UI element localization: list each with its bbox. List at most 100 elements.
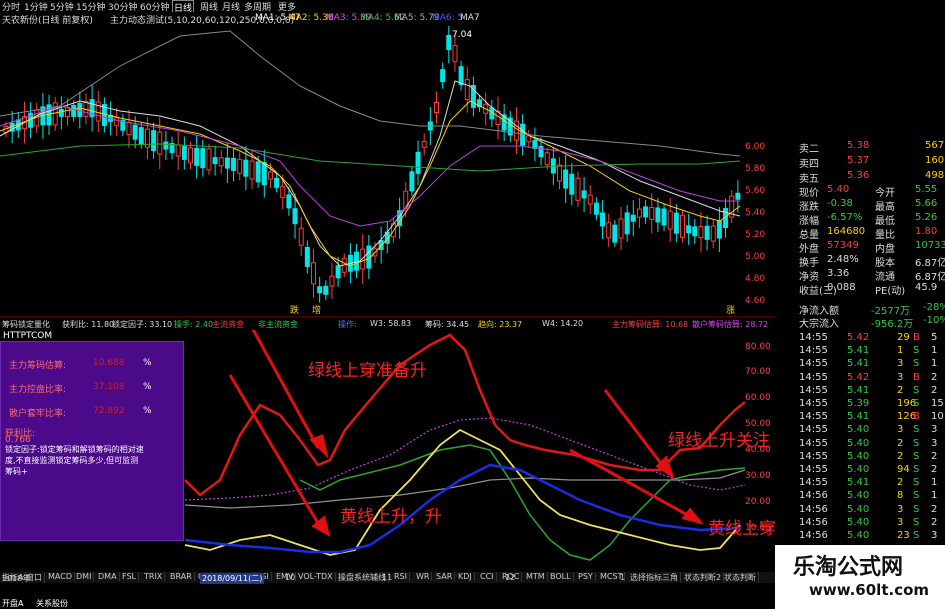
status-tick-1: 1 — [620, 573, 626, 582]
indicator-tab-7[interactable]: BRAR — [168, 572, 195, 581]
watermark-url: www.60lt.com — [809, 581, 930, 599]
ma-line-gray — [0, 30, 741, 157]
candle-body — [520, 123, 526, 146]
indicator-tab-4[interactable]: DMA — [96, 572, 120, 581]
price-label: 5.20 — [745, 230, 765, 240]
tick-price: 5.40 — [847, 490, 870, 502]
tick-volume: 3 — [897, 516, 904, 528]
indicator-axis-label: 20.00 — [745, 497, 771, 507]
candle-body — [138, 127, 144, 145]
tick-side: S — [913, 358, 920, 370]
indicator-axis-label: 30.00 — [745, 471, 771, 481]
candle-body — [157, 131, 163, 155]
indicator-tab-5[interactable]: FSL — [120, 572, 139, 581]
candle-body — [600, 212, 606, 227]
tick-time: 14:55 — [799, 332, 828, 343]
period-toolbar: 分时 1分钟 5分钟 15分钟 30分钟 60分钟 日线 周线 月线 多周期 更… — [0, 0, 530, 15]
indicator-tab-6[interactable]: TRIX — [142, 572, 166, 581]
candle-body — [704, 225, 710, 240]
stat-value: 57349 — [827, 240, 859, 251]
status-item-2[interactable]: 关系股份 — [36, 598, 68, 609]
stat-value: 45.9 — [915, 282, 938, 293]
status-date-highlight: 2018/09/11(二) — [200, 573, 265, 584]
tick-time: 14:55 — [799, 371, 828, 383]
candle-body — [593, 202, 599, 215]
candle-body — [434, 102, 439, 113]
annotation-green-rise: 绿线上升关注 — [668, 431, 770, 451]
stat-label: 内盘 — [875, 244, 895, 255]
candle-body — [231, 157, 237, 171]
candle-body — [194, 147, 200, 166]
candle-body — [280, 186, 286, 199]
tick-time: 14:55 — [799, 358, 828, 370]
candle-body — [286, 194, 292, 209]
indicator-tab-15[interactable]: RSI — [392, 572, 410, 581]
candle-body — [643, 206, 649, 218]
tick-count: 2 — [931, 503, 938, 515]
indicator-tab-17[interactable]: SAR — [434, 572, 456, 581]
tick-volume: 94 — [897, 464, 910, 475]
tick-count: 15 — [931, 398, 944, 409]
indicator-tab-16[interactable]: WR — [414, 572, 433, 581]
indicator-tab-25[interactable]: 选择指标三角 — [628, 572, 681, 583]
indicator-tab-13[interactable]: VOL-TDX — [296, 572, 336, 581]
indicator-tab-2[interactable]: MACD — [46, 572, 75, 581]
candle-body — [649, 206, 655, 220]
stat-label: 量比 — [875, 230, 895, 241]
price-label: 5.60 — [745, 186, 765, 196]
candle-body — [409, 171, 415, 192]
tick-count: 2 — [931, 464, 938, 475]
indicator-tab-23[interactable]: PSY — [576, 572, 596, 581]
tick-volume: 1 — [897, 345, 904, 357]
tick-side: S — [913, 464, 920, 475]
candle-body — [710, 225, 716, 242]
indicator-turnover: 操手: 2.40 — [174, 320, 214, 329]
indicator-tab-27[interactable]: 状态判断 — [722, 572, 759, 583]
candle-body — [513, 120, 519, 141]
tick-side: B — [913, 371, 920, 383]
tick-time: 14:55 — [799, 464, 828, 475]
tick-volume: 2 — [897, 437, 904, 449]
indicator-tab-3[interactable]: DMI — [74, 572, 95, 581]
candle-body — [655, 207, 661, 223]
retail-ratio-value: 72.892 — [93, 406, 125, 416]
tick-time: 14:56 — [799, 490, 828, 502]
candle-body — [667, 210, 673, 230]
candle-body — [261, 162, 267, 186]
tick-price: 5.40 — [847, 530, 870, 541]
indicator-tab-22[interactable]: BOLL — [548, 572, 574, 581]
candle-body — [587, 194, 593, 205]
tick-volume: 8 — [897, 490, 904, 502]
tick-count: 2 — [931, 371, 938, 383]
candlestick-chart[interactable]: 7.04 跌 增 涨 6.00 5.80 5.60 5.40 5.20 5.00… — [0, 26, 775, 316]
sell-quote-label: 卖四 — [799, 159, 819, 170]
indicator-tab-19[interactable]: CCI — [478, 572, 497, 581]
marker-increase: 增 — [312, 304, 321, 316]
candle-body — [735, 192, 741, 200]
candle-body — [569, 173, 575, 195]
candle-body — [563, 169, 569, 189]
candle-body — [65, 106, 70, 117]
stat-value: 3.36 — [827, 268, 850, 279]
flow-pct: -10% — [923, 315, 945, 326]
status-tick-12: 12 — [505, 573, 516, 582]
indicator-tab-21[interactable]: MTM — [524, 572, 548, 581]
bottom-status-bar: 2018年 2018/09/11(二) 10 11 12 1 开盘A 关系股份 — [0, 573, 775, 609]
indicator-tab-18[interactable]: KDJ — [456, 572, 475, 581]
indicator-line-purple-dotted — [184, 417, 746, 501]
tick-price: 5.40 — [847, 437, 870, 449]
candle-body — [181, 145, 187, 160]
tick-side: S — [913, 398, 920, 409]
status-item-1[interactable]: 开盘A — [2, 598, 23, 609]
status-year: 2018年 — [2, 574, 31, 583]
candle-body — [440, 69, 446, 83]
status-tick-11: 11 — [382, 573, 393, 582]
candle-body — [329, 275, 335, 287]
indicator-tab-26[interactable]: 状态判断2 — [682, 572, 725, 583]
marker-down: 跌 — [290, 305, 299, 316]
quote-panel: 卖二 5.38 567 卖四 5.37 160 卖五 5.36 498 现价 5.40 今开 5.55 涨… — [775, 26, 945, 609]
candle-body — [661, 208, 667, 226]
candle-body — [292, 208, 298, 225]
sell-quote-label: 卖五 — [799, 174, 819, 185]
tick-side: S — [913, 490, 920, 502]
